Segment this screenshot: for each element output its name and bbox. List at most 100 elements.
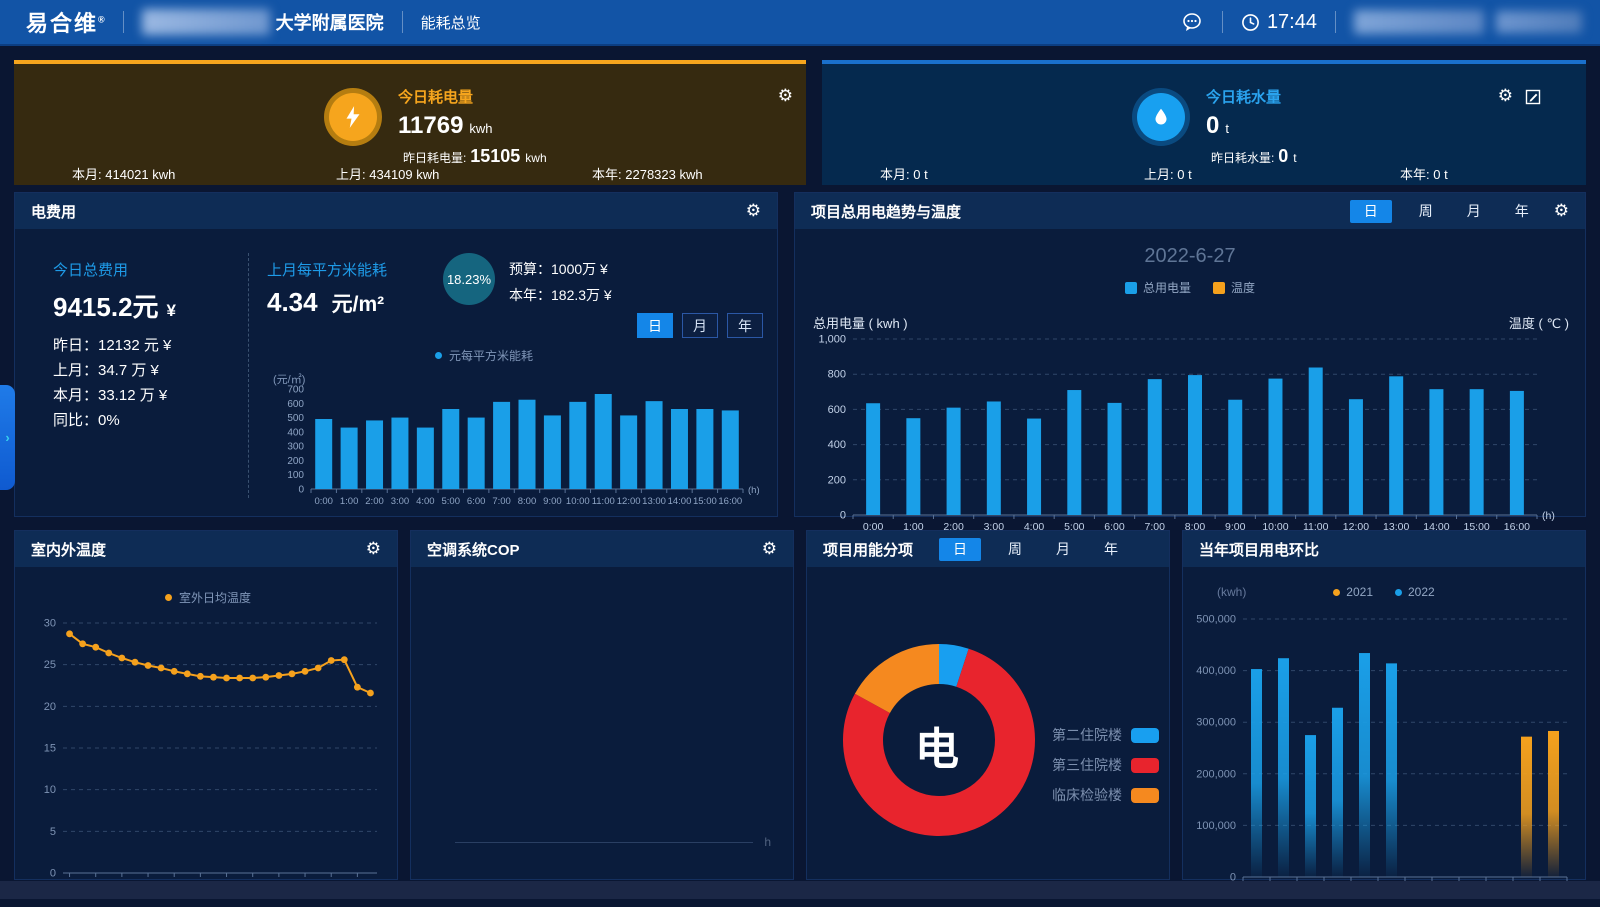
svg-text:0: 0	[298, 485, 304, 496]
tab-day[interactable]: 日	[1350, 200, 1392, 223]
edit-icon[interactable]	[1525, 89, 1541, 105]
legend-building3[interactable]: 第三住院楼	[1044, 755, 1159, 775]
svg-text:(h): (h)	[748, 485, 760, 496]
svg-text:10:00: 10:00	[566, 496, 590, 507]
svg-text:600: 600	[287, 399, 304, 410]
legend-swatch	[1131, 788, 1159, 803]
top-navbar: 易合维® 大学附属医院 能耗总览 17:44	[0, 0, 1600, 46]
svg-text:100: 100	[287, 470, 304, 481]
tab-year[interactable]: 年	[1508, 200, 1536, 223]
tab-week[interactable]: 周	[1001, 538, 1029, 561]
divider	[1335, 11, 1336, 33]
tab-month[interactable]: 月	[1460, 200, 1488, 223]
electricity-icon	[324, 88, 382, 146]
svg-text:100,000: 100,000	[1196, 820, 1236, 832]
svg-text:600: 600	[828, 404, 846, 416]
temperature-legend[interactable]: 室外日均温度	[165, 589, 251, 606]
legend-clinical-lab[interactable]: 临床检验楼	[1044, 785, 1159, 805]
gear-icon[interactable]: ⚙	[1498, 88, 1513, 105]
water-lastmonth-stat: 上月: 0 t	[1144, 164, 1192, 183]
svg-text:5:00: 5:00	[442, 496, 461, 507]
legend-2021[interactable]: 2021	[1333, 585, 1373, 599]
legend-temperature[interactable]: 温度	[1213, 279, 1255, 296]
bottom-strip	[0, 881, 1600, 899]
cop-x-unit: h	[764, 835, 771, 849]
budget-line: 预算：1000万 ¥	[509, 259, 608, 279]
today-cost-label: 今日总费用	[53, 259, 128, 280]
cost-chart-legend[interactable]: 元每平方米能耗	[435, 347, 533, 364]
redacted-user-info[interactable]	[1496, 11, 1582, 33]
tab-week[interactable]: 周	[1412, 200, 1440, 223]
svg-text:200: 200	[287, 456, 304, 467]
svg-text:200,000: 200,000	[1196, 768, 1236, 780]
tab-day[interactable]: 日	[637, 313, 673, 338]
tab-month[interactable]: 月	[682, 313, 718, 338]
panel-title: 当年项目用电环比	[1199, 539, 1319, 560]
empty-chart-axis	[455, 842, 753, 843]
message-icon[interactable]	[1180, 10, 1204, 34]
svg-text:16:00: 16:00	[718, 496, 742, 507]
redacted-hospital-prefix	[142, 9, 270, 35]
svg-text:8:00: 8:00	[518, 496, 537, 507]
legend-building2[interactable]: 第二住院楼	[1044, 725, 1159, 745]
svg-text:700: 700	[287, 385, 304, 396]
tab-month[interactable]: 月	[1049, 538, 1077, 561]
nav-menu-energy-overview[interactable]: 能耗总览	[421, 12, 481, 33]
divider	[248, 253, 249, 498]
budget-percent-badge: 18.23%	[443, 253, 495, 305]
electric-lastmonth-stat: 上月: 434109 kwh	[336, 164, 439, 183]
breakdown-period-tabs: 日 周 月 年	[939, 538, 1125, 561]
panel-title: 项目用能分项	[823, 539, 913, 560]
gear-icon[interactable]: ⚙	[366, 541, 381, 558]
svg-text:15: 15	[44, 743, 56, 755]
svg-text:400: 400	[828, 439, 846, 451]
svg-text:(h): (h)	[1542, 510, 1555, 522]
svg-text:0: 0	[50, 868, 56, 880]
trend-legend: 总用电量 温度	[795, 279, 1585, 296]
legend-total-power[interactable]: 总用电量	[1125, 279, 1191, 296]
svg-text:6:00: 6:00	[467, 496, 486, 507]
svg-text:5: 5	[50, 826, 56, 838]
clock-icon	[1241, 13, 1260, 32]
donut-center-label: 电	[915, 713, 959, 777]
hospital-name: 大学附属医院	[142, 9, 384, 35]
legend-dot	[165, 594, 172, 601]
legend-dot	[1395, 589, 1402, 596]
legend-2022[interactable]: 2022	[1395, 585, 1435, 599]
current-time: 17:44	[1267, 11, 1317, 34]
water-summary-card: 今日耗水量 0t 昨日耗水量: 0t 本月: 0 t 上月: 0 t 本年: 0…	[822, 60, 1586, 185]
tab-year[interactable]: 年	[1097, 538, 1125, 561]
tab-year[interactable]: 年	[727, 313, 763, 338]
svg-text:7:00: 7:00	[492, 496, 511, 507]
water-month-stat: 本月: 0 t	[880, 164, 928, 183]
panel-title: 项目总用电趋势与温度	[811, 201, 961, 222]
tab-day[interactable]: 日	[939, 538, 981, 561]
sqm-label: 上月每平方米能耗	[267, 259, 387, 280]
water-card-title: 今日耗水量	[1206, 86, 1297, 107]
svg-text:15:00: 15:00	[693, 496, 717, 507]
svg-text:0: 0	[840, 510, 846, 522]
svg-text:3:00: 3:00	[391, 496, 410, 507]
divider	[123, 11, 124, 33]
svg-text:9:00: 9:00	[543, 496, 562, 507]
gear-icon[interactable]: ⚙	[778, 88, 793, 105]
chevron-right-icon: ›	[5, 430, 9, 445]
svg-text:11:00: 11:00	[592, 496, 615, 507]
divider	[402, 11, 403, 33]
gear-icon[interactable]: ⚙	[762, 541, 777, 558]
electric-today-value: 11769kwh	[398, 112, 547, 140]
sqm-value: 4.34元/m²	[267, 287, 384, 318]
gear-icon[interactable]: ⚙	[1554, 203, 1569, 220]
svg-text:14:00: 14:00	[668, 496, 692, 507]
trend-period-tabs: 日 周 月 年	[1350, 200, 1536, 223]
electric-card-title: 今日耗电量	[398, 86, 547, 107]
cost-row-yoy: 同比：0%	[53, 409, 120, 430]
svg-text:0:00: 0:00	[314, 496, 333, 507]
redacted-user-info[interactable]	[1354, 10, 1484, 34]
side-drawer-handle[interactable]: ›	[0, 385, 15, 490]
legend-swatch	[1125, 282, 1137, 294]
cost-row-month: 本月：33.12 万 ¥	[53, 384, 167, 405]
legend-swatch	[1213, 282, 1225, 294]
gear-icon[interactable]: ⚙	[746, 203, 761, 220]
legend-dot	[435, 352, 442, 359]
